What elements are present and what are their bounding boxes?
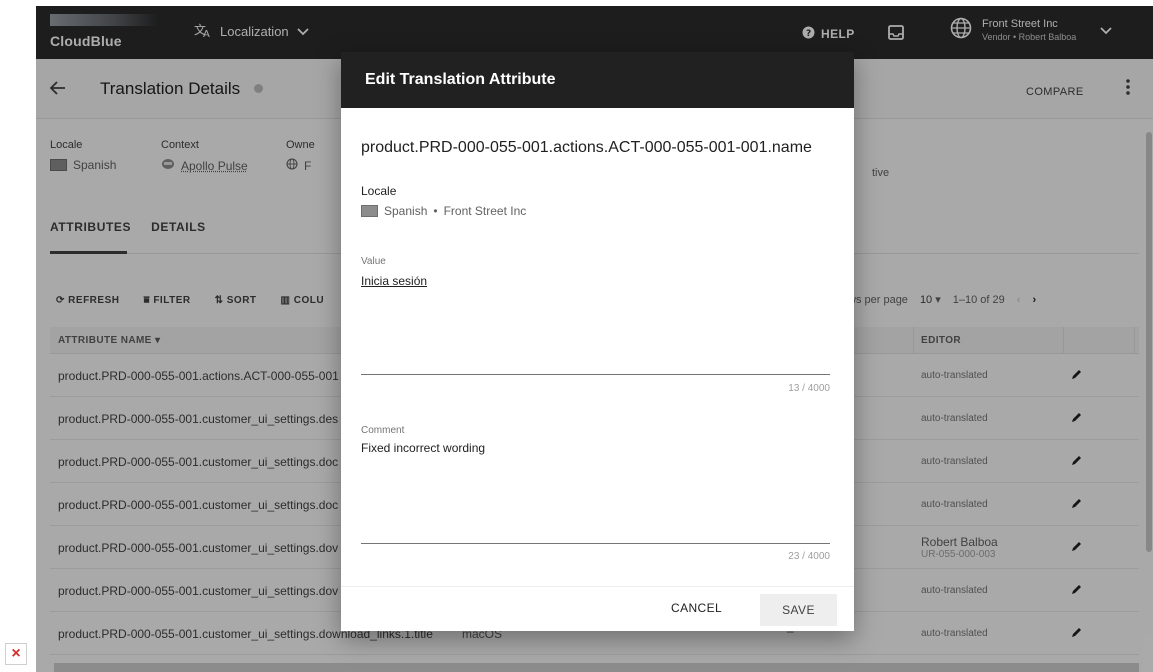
- comment-label: Comment: [361, 425, 405, 436]
- locale-info: Spanish • Front Street Inc: [361, 204, 526, 218]
- value-char-count: 13 / 4000: [788, 383, 830, 394]
- separator-dot: •: [433, 204, 438, 218]
- value-textarea[interactable]: Inicia sesión: [361, 274, 427, 288]
- locale-label: Locale: [361, 184, 397, 198]
- value-label: Value: [361, 256, 386, 267]
- flag-icon: [361, 205, 378, 217]
- cancel-button[interactable]: CANCEL: [671, 601, 722, 615]
- comment-char-count: 23 / 4000: [788, 551, 830, 562]
- locale-value: Spanish: [384, 204, 428, 218]
- app-window: CloudBlue 文A Localization ? HELP Front S…: [36, 6, 1153, 672]
- comment-underline: [361, 543, 830, 544]
- dialog-actions: CANCEL SAVE: [341, 586, 854, 631]
- dialog-title: Edit Translation Attribute: [341, 52, 854, 108]
- comment-textarea[interactable]: Fixed incorrect wording: [361, 441, 485, 455]
- broken-image-icon: ×: [5, 643, 27, 665]
- attribute-name: product.PRD-000-055-001.actions.ACT-000-…: [361, 139, 812, 156]
- save-button[interactable]: SAVE: [760, 594, 837, 626]
- locale-owner: Front Street Inc: [443, 204, 527, 218]
- value-underline: [361, 374, 830, 375]
- edit-translation-dialog: Edit Translation Attribute product.PRD-0…: [341, 52, 854, 631]
